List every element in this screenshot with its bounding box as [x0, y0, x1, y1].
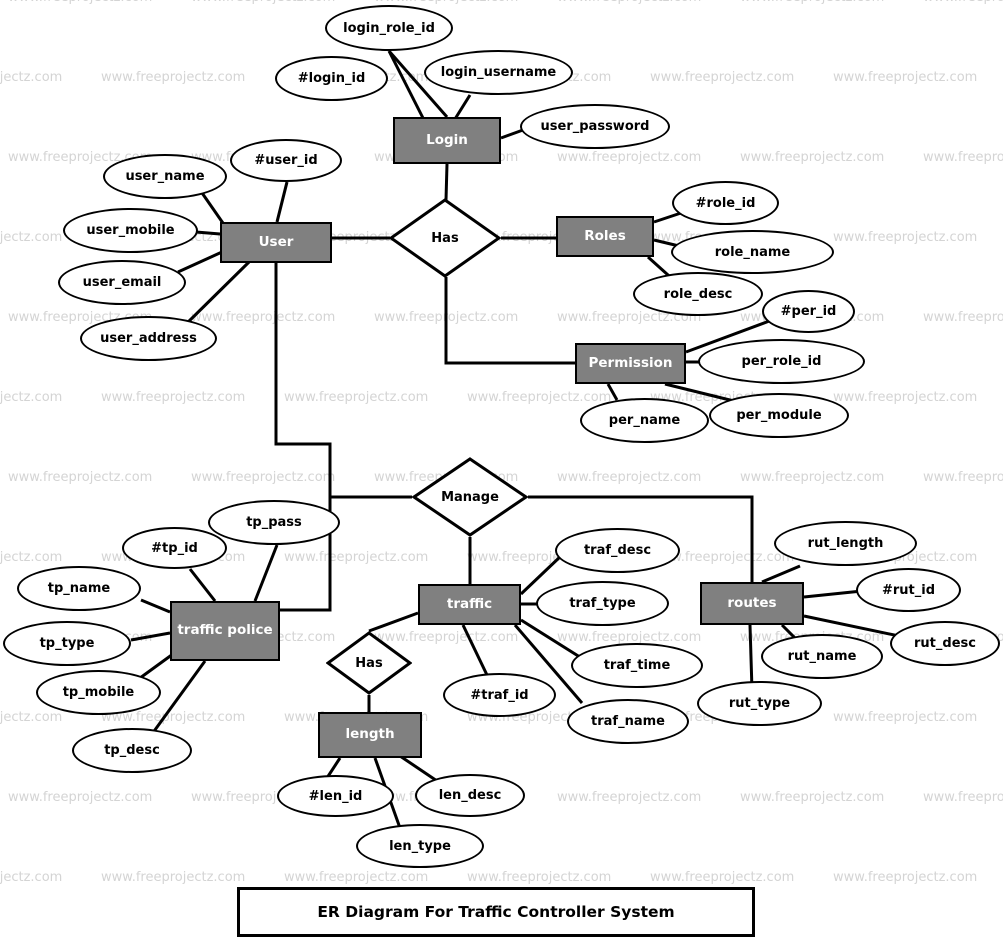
attribute-tp_mobile[interactable]: tp_mobile: [36, 670, 161, 715]
attribute-len_id[interactable]: #len_id: [277, 775, 394, 817]
entity-roles[interactable]: Roles: [556, 216, 654, 257]
attribute-tp_type[interactable]: tp_type: [3, 621, 131, 666]
relationship-manage[interactable]: Manage: [412, 457, 528, 537]
attribute-role_desc[interactable]: role_desc: [633, 272, 763, 316]
attribute-tp_id[interactable]: #tp_id: [122, 527, 227, 569]
attribute-user_name[interactable]: user_name: [103, 154, 227, 199]
attribute-user_password[interactable]: user_password: [520, 104, 670, 149]
attribute-rut_length[interactable]: rut_length: [774, 521, 917, 566]
attribute-user_address[interactable]: user_address: [80, 316, 217, 361]
er-diagram-canvas: www.freeprojectz.comwww.freeprojectz.com…: [0, 0, 1003, 941]
attribute-per_module[interactable]: per_module: [709, 393, 849, 438]
attribute-rut_desc[interactable]: rut_desc: [890, 621, 1000, 666]
attribute-login_id[interactable]: #login_id: [275, 56, 388, 101]
entity-user[interactable]: User: [220, 222, 332, 263]
attribute-traf_type[interactable]: traf_type: [536, 581, 669, 626]
attribute-tp_desc[interactable]: tp_desc: [72, 728, 192, 773]
attribute-per_id[interactable]: #per_id: [762, 290, 855, 333]
attribute-user_mobile[interactable]: user_mobile: [63, 208, 198, 253]
attribute-rut_name[interactable]: rut_name: [761, 634, 883, 679]
attribute-traf_name[interactable]: traf_name: [567, 699, 689, 744]
attribute-login_username[interactable]: login_username: [424, 50, 573, 95]
attribute-login_role_id[interactable]: login_role_id: [325, 5, 453, 51]
attribute-traf_id[interactable]: #traf_id: [443, 673, 556, 717]
attribute-rut_id[interactable]: #rut_id: [856, 568, 961, 612]
attribute-traf_time[interactable]: traf_time: [571, 643, 703, 688]
attribute-tp_pass[interactable]: tp_pass: [208, 500, 340, 545]
attribute-user_email[interactable]: user_email: [58, 260, 186, 305]
entity-traffic_police[interactable]: traffic police: [170, 601, 280, 661]
entity-permission[interactable]: Permission: [575, 343, 686, 384]
attribute-tp_name[interactable]: tp_name: [17, 566, 141, 611]
entity-login[interactable]: Login: [393, 117, 501, 164]
attribute-traf_desc[interactable]: traf_desc: [555, 528, 680, 573]
entity-traffic[interactable]: traffic: [418, 584, 521, 625]
attribute-len_desc[interactable]: len_desc: [415, 774, 525, 817]
entity-length[interactable]: length: [318, 712, 422, 758]
entity-routes[interactable]: routes: [700, 582, 804, 625]
attribute-len_type[interactable]: len_type: [356, 824, 484, 868]
attribute-user_id[interactable]: #user_id: [230, 139, 342, 182]
diagram-title: ER Diagram For Traffic Controller System: [237, 887, 755, 937]
relationship-has_user_roles[interactable]: Has: [389, 198, 501, 278]
attribute-rut_type[interactable]: rut_type: [697, 681, 822, 726]
attribute-per_role_id[interactable]: per_role_id: [698, 339, 865, 384]
attribute-role_id[interactable]: #role_id: [672, 181, 779, 225]
relationship-has_traffic_length[interactable]: Has: [326, 631, 412, 695]
attribute-per_name[interactable]: per_name: [580, 398, 709, 443]
attribute-role_name[interactable]: role_name: [671, 230, 834, 274]
diagram-nodes: Login User Roles Permission traffic police tr…: [0, 0, 1003, 941]
